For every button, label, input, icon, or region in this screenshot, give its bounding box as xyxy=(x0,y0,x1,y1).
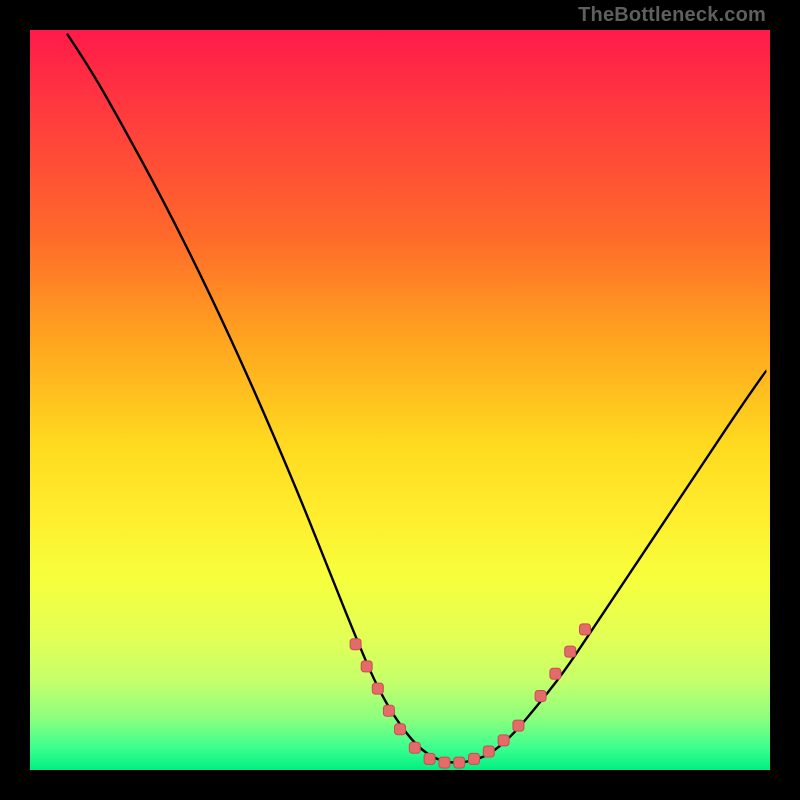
chart-point xyxy=(395,724,406,735)
chart-point xyxy=(565,646,576,657)
chart-point xyxy=(535,691,546,702)
chart-point xyxy=(580,624,591,635)
chart-point xyxy=(383,705,394,716)
chart-point xyxy=(439,757,450,768)
chart-point xyxy=(372,683,383,694)
chart-point xyxy=(498,735,509,746)
chart-point xyxy=(350,639,361,650)
chart-point xyxy=(424,753,435,764)
chart-point xyxy=(469,753,480,764)
chart-point xyxy=(361,661,372,672)
chart-point xyxy=(483,746,494,757)
chart-container: TheBottleneck.com xyxy=(0,0,800,800)
chart-points-group xyxy=(350,624,590,768)
chart-point xyxy=(550,668,561,679)
chart-curve xyxy=(67,34,766,763)
chart-point xyxy=(409,742,420,753)
chart-svg xyxy=(30,30,770,770)
chart-point xyxy=(454,757,465,768)
plot-area xyxy=(30,30,770,770)
watermark-text: TheBottleneck.com xyxy=(578,4,766,27)
chart-point xyxy=(513,720,524,731)
